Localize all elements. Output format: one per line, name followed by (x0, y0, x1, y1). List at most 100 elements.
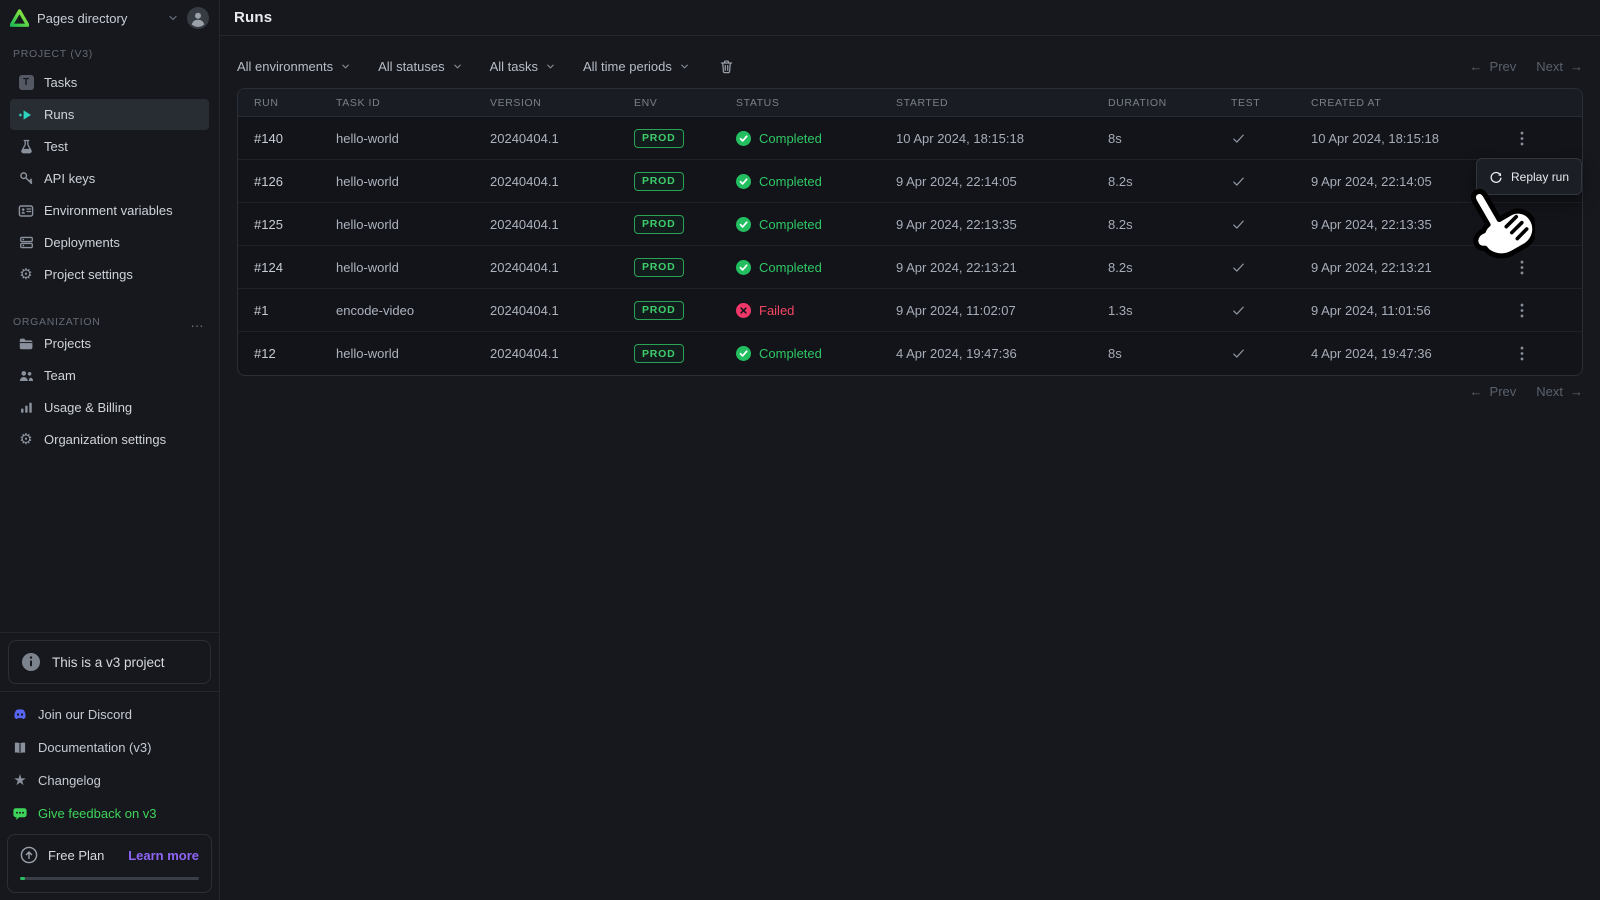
filter-tasks[interactable]: All tasks (490, 59, 556, 74)
bar-chart-icon (18, 400, 34, 416)
next-page-button[interactable]: Next → (1536, 59, 1583, 74)
sidebar-item-usage-billing[interactable]: Usage & Billing (10, 392, 209, 423)
link-label: Join our Discord (38, 707, 132, 722)
arrow-right-icon: → (1570, 384, 1583, 399)
app-root: Pages directory PROJECT (V3) T Tasks Run… (0, 0, 1600, 900)
workspace-switcher[interactable]: Pages directory (0, 0, 219, 36)
prev-page-button[interactable]: ← Prev (1470, 384, 1517, 399)
filter-label: All tasks (489, 58, 538, 74)
organization-menu-button[interactable]: … (186, 315, 209, 329)
avatar[interactable] (187, 7, 209, 29)
next-page-button[interactable]: Next → (1536, 384, 1583, 399)
sidebar-item-projects[interactable]: Projects (10, 328, 209, 359)
pagination-bottom: ← Prev Next → (237, 384, 1583, 399)
sidebar-item-tasks[interactable]: T Tasks (10, 67, 209, 98)
actions-cell (1512, 255, 1582, 280)
started-at: 10 Apr 2024, 18:15:18 (896, 130, 1024, 146)
table-row[interactable]: #124 hello-world 20240404.1 PROD Complet… (238, 246, 1582, 289)
gear-icon: ⚙ (19, 431, 33, 448)
sidebar-item-environment-variables[interactable]: Environment variables (10, 195, 209, 226)
env-badge: PROD (634, 300, 684, 320)
sidebar-item-label: Test (44, 139, 68, 154)
clear-filters-button[interactable] (717, 57, 736, 76)
run-id: #140 (254, 130, 283, 146)
version: 20240404.1 (490, 130, 559, 146)
table-body: #140 hello-world 20240404.1 PROD Complet… (238, 117, 1582, 375)
test-check-icon (1233, 134, 1244, 143)
test-check-icon (1233, 306, 1244, 315)
kebab-icon (1520, 260, 1524, 274)
row-menu-button[interactable] (1512, 126, 1532, 151)
server-stack-icon (18, 235, 34, 251)
replay-run-button[interactable]: Replay run (1476, 158, 1583, 195)
usage-progress-fill (20, 877, 26, 880)
table-row[interactable]: #140 hello-world 20240404.1 PROD Complet… (238, 117, 1582, 160)
row-menu-button[interactable] (1512, 255, 1532, 280)
sidebar-item-test[interactable]: Test (10, 131, 209, 162)
workspace-name: Pages directory (37, 10, 128, 26)
notice-text: This is a v3 project (52, 654, 165, 670)
usage-progress-bar (20, 877, 199, 880)
replay-icon (1490, 171, 1502, 183)
filter-statuses[interactable]: All statuses (378, 59, 462, 74)
test-cell (1231, 303, 1311, 318)
status-cell: Completed (736, 346, 896, 361)
test-cell (1231, 217, 1311, 232)
task-id: hello-world (336, 130, 399, 146)
link-label: Give feedback on v3 (38, 806, 157, 821)
test-check-icon (1233, 177, 1244, 186)
table-header-row: RUN TASK ID VERSION ENV STATUS STARTED D… (238, 89, 1582, 117)
runs-content: All environments All statuses All tasks … (220, 36, 1600, 399)
sidebar-item-runs[interactable]: Runs (10, 99, 209, 130)
link-documentation[interactable]: Documentation (v3) (0, 731, 219, 764)
row-menu-button[interactable] (1512, 298, 1532, 323)
version: 20240404.1 (490, 302, 559, 318)
version: 20240404.1 (490, 346, 559, 361)
table-row[interactable]: #125 hello-world 20240404.1 PROD Complet… (238, 203, 1582, 246)
divider (0, 632, 219, 633)
sidebar-item-label: Organization settings (44, 432, 167, 447)
sidebar-item-deployments[interactable]: Deployments (10, 227, 209, 258)
link-changelog[interactable]: ★ Changelog (0, 764, 219, 797)
project-section-label: PROJECT (V3) (13, 48, 93, 60)
filter-time-periods[interactable]: All time periods (583, 59, 690, 74)
task-id: encode-video (336, 302, 415, 318)
created-at: 9 Apr 2024, 22:13:35 (1311, 216, 1432, 232)
test-check-icon (1233, 220, 1244, 229)
link-give-feedback[interactable]: Give feedback on v3 (0, 797, 219, 830)
table-row[interactable]: #12 hello-world 20240404.1 PROD Complete… (238, 332, 1582, 375)
env-badge: PROD (634, 344, 684, 363)
prev-label: Prev (1489, 384, 1517, 399)
sidebar-item-label: Deployments (44, 235, 120, 250)
sidebar-item-label: Projects (44, 336, 91, 351)
link-join-discord[interactable]: Join our Discord (0, 698, 219, 731)
status-cell: Completed (736, 259, 896, 275)
prev-page-button[interactable]: ← Prev (1470, 59, 1517, 74)
logo-icon (10, 8, 29, 28)
filter-label: All environments (237, 58, 334, 74)
sidebar-item-project-settings[interactable]: ⚙ Project settings (10, 259, 209, 290)
duration: 8s (1108, 130, 1122, 146)
sidebar-item-label: Project settings (44, 267, 133, 282)
sidebar-item-team[interactable]: Team (10, 360, 209, 391)
env-badge: PROD (634, 257, 684, 277)
actions-cell (1512, 341, 1582, 366)
row-menu-button[interactable] (1512, 341, 1532, 366)
run-id: #1 (254, 302, 269, 318)
learn-more-link[interactable]: Learn more (128, 848, 199, 863)
filter-label: All statuses (378, 58, 445, 74)
env-cell: PROD (634, 214, 736, 234)
table-row[interactable]: #1 encode-video 20240404.1 PROD Failed 9… (238, 289, 1582, 332)
filter-environments[interactable]: All environments (237, 59, 351, 74)
organization-section-label: ORGANIZATION (13, 316, 101, 328)
row-menu-button[interactable] (1512, 212, 1532, 237)
sidebar-item-api-keys[interactable]: API keys (10, 163, 209, 194)
env-cell: PROD (634, 257, 736, 277)
book-icon (12, 740, 28, 756)
table-row[interactable]: #126 hello-world 20240404.1 PROD Complet… (238, 160, 1582, 203)
sidebar-item-organization-settings[interactable]: ⚙ Organization settings (10, 424, 209, 455)
env-cell: PROD (634, 344, 736, 363)
status-label: Completed (759, 259, 822, 275)
duration: 8s (1108, 346, 1122, 361)
sidebar-item-label: Runs (44, 107, 75, 122)
